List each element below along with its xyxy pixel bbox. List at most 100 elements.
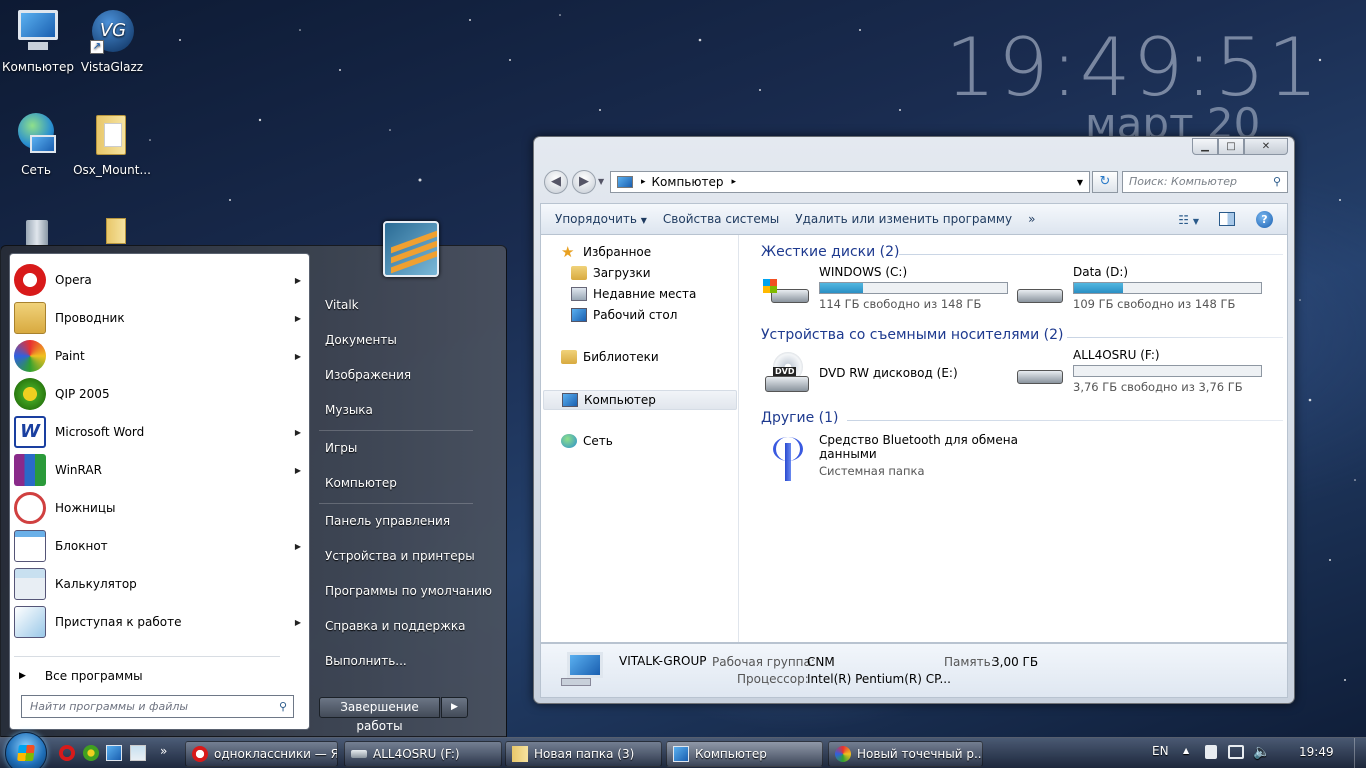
submenu-arrow-icon[interactable]: ▶ — [295, 428, 301, 437]
search-input[interactable]: Поиск: Компьютер ⚲ — [1122, 171, 1288, 193]
drive-f[interactable]: ALL4OSRU (F:) 3,76 ГБ свободно из 3,76 Г… — [1017, 348, 1277, 396]
program-explorer[interactable]: Проводник ▶ — [14, 300, 307, 336]
drive-e[interactable]: DVD DVD RW дисковод (E:) — [763, 352, 993, 396]
right-item-computer[interactable]: Компьютер — [325, 476, 397, 490]
show-hidden-icons-button[interactable]: ▲ — [1183, 746, 1189, 755]
desktop-icon-osx-mount[interactable]: Osx_Mount... — [72, 111, 152, 177]
volume-icon[interactable]: 🔈 — [1253, 744, 1270, 760]
right-item-music[interactable]: Музыка — [325, 403, 373, 417]
desktop-icon-computer[interactable]: Компьютер — [0, 8, 78, 74]
right-item-devices-printers[interactable]: Устройства и принтеры — [325, 549, 475, 563]
quicklaunch-qip-icon[interactable] — [83, 745, 99, 761]
group-divider — [899, 254, 1283, 255]
downloads-folder-icon — [571, 266, 587, 280]
nav-favorites[interactable]: ★ Избранное — [561, 245, 651, 260]
back-arrow-icon: ◀ — [551, 174, 561, 189]
right-item-documents[interactable]: Документы — [325, 333, 397, 347]
taskbar-item-computer[interactable]: Компьютер — [666, 741, 823, 767]
program-getting-started[interactable]: Приступая к работе ▶ — [14, 604, 307, 640]
program-notepad[interactable]: Блокнот ▶ — [14, 528, 307, 564]
search-placeholder: Поиск: Компьютер — [1129, 175, 1237, 188]
network-status-icon[interactable] — [1228, 745, 1244, 759]
group-header-removable[interactable]: Устройства со съемными носителями (2) — [761, 327, 1063, 343]
program-opera[interactable]: Opera ▶ — [14, 262, 307, 298]
right-item-help[interactable]: Справка и поддержка — [325, 619, 466, 633]
program-qip[interactable]: QIP 2005 — [14, 376, 307, 412]
forward-button[interactable]: ▶ — [572, 170, 596, 194]
nav-computer[interactable]: Компьютер — [543, 390, 737, 410]
folder-icon — [512, 746, 528, 762]
submenu-arrow-icon[interactable]: ▶ — [295, 618, 301, 627]
shutdown-options-button[interactable]: ▶ — [441, 697, 468, 718]
quicklaunch-desktop-icon[interactable] — [106, 745, 122, 761]
submenu-arrow-icon[interactable]: ▶ — [295, 276, 301, 285]
language-indicator[interactable]: EN — [1152, 744, 1169, 758]
back-button[interactable]: ◀ — [544, 170, 568, 194]
taskbar-item-all4osru[interactable]: ALL4OSRU (F:) — [344, 741, 502, 767]
right-item-user[interactable]: Vitalk — [325, 298, 359, 312]
all-programs-button[interactable]: ▶ Все программы — [14, 662, 307, 690]
nav-downloads[interactable]: Загрузки — [571, 266, 651, 280]
view-options-button[interactable]: ☷ ▼ — [1178, 213, 1199, 227]
word-icon: W — [14, 416, 46, 448]
explorer-window[interactable]: ▁ □ ✕ ◀ ▶ ▼ ▸ Компьютер ▸ ▼ ↻ Поиск: Ком… — [533, 136, 1295, 704]
bluetooth-item[interactable]: Средство Bluetooth для обмена данными Си… — [763, 433, 1023, 483]
usb-eject-icon[interactable] — [1205, 745, 1217, 759]
nav-recent-places[interactable]: Недавние места — [571, 287, 696, 301]
show-desktop-button[interactable] — [1354, 738, 1366, 768]
taskbar-item-paint[interactable]: Новый точечный р... — [828, 741, 983, 767]
help-icon[interactable]: ? — [1256, 211, 1273, 228]
shutdown-button[interactable]: Завершение работы — [319, 697, 440, 733]
breadcrumb-computer[interactable]: Компьютер — [652, 175, 724, 189]
address-dropdown-icon[interactable]: ▼ — [1077, 178, 1083, 187]
right-item-pictures[interactable]: Изображения — [325, 368, 411, 382]
address-bar[interactable]: ▸ Компьютер ▸ ▼ — [610, 171, 1090, 193]
minimize-button[interactable]: ▁ — [1192, 138, 1218, 155]
submenu-arrow-icon[interactable]: ▶ — [295, 466, 301, 475]
uninstall-program-button[interactable]: Удалить или изменить программу — [795, 212, 1012, 226]
program-paint[interactable]: Paint ▶ — [14, 338, 307, 374]
nav-network[interactable]: Сеть — [561, 434, 613, 448]
drive-d[interactable]: Data (D:) 109 ГБ свободно из 148 ГБ — [1017, 265, 1277, 313]
drive-c[interactable]: WINDOWS (C:) 114 ГБ свободно из 148 ГБ — [763, 265, 1008, 313]
refresh-button[interactable]: ↻ — [1092, 171, 1118, 193]
submenu-arrow-icon[interactable]: ▶ — [295, 314, 301, 323]
right-item-control-panel[interactable]: Панель управления — [325, 514, 450, 528]
quicklaunch-more-button[interactable]: » — [160, 744, 167, 758]
right-item-run[interactable]: Выполнить... — [325, 654, 407, 668]
taskbar-item-new-folder[interactable]: Новая папка (3) — [505, 741, 662, 767]
start-search-input[interactable]: Найти программы и файлы ⚲ — [21, 695, 294, 718]
breadcrumb-separator[interactable]: ▸ — [641, 177, 646, 187]
quicklaunch-calculator-icon[interactable] — [130, 745, 146, 761]
preview-pane-button[interactable] — [1219, 212, 1235, 226]
program-snipping-tool[interactable]: Ножницы — [14, 490, 307, 526]
quicklaunch-opera-icon[interactable] — [59, 745, 75, 761]
taskbar-item-opera[interactable]: одноклассники — Я... — [185, 741, 338, 767]
program-word[interactable]: W Microsoft Word ▶ — [14, 414, 307, 450]
breadcrumb-separator[interactable]: ▸ — [731, 177, 736, 187]
maximize-button[interactable]: □ — [1218, 138, 1244, 155]
system-properties-button[interactable]: Свойства системы — [663, 212, 779, 226]
recent-pages-dropdown[interactable]: ▼ — [598, 177, 604, 186]
group-header-other[interactable]: Другие (1) — [761, 410, 838, 426]
start-button[interactable] — [5, 732, 47, 768]
tray-clock[interactable]: 19:49 — [1299, 745, 1334, 759]
submenu-arrow-icon[interactable]: ▶ — [295, 542, 301, 551]
program-calculator[interactable]: Калькулятор — [14, 566, 307, 602]
organize-button[interactable]: Упорядочить ▼ — [555, 212, 647, 226]
right-item-games[interactable]: Игры — [325, 441, 357, 455]
user-picture[interactable] — [383, 221, 439, 277]
right-item-default-programs[interactable]: Программы по умолчанию — [325, 584, 492, 598]
nav-libraries[interactable]: Библиотеки — [561, 350, 659, 364]
group-header-hdd[interactable]: Жесткие диски (2) — [761, 244, 899, 260]
computer-icon — [673, 746, 689, 762]
desktop-icon-network[interactable]: Сеть — [0, 111, 76, 177]
more-commands-button[interactable]: » — [1028, 212, 1035, 226]
desktop-icon-vistaglazz[interactable]: VG ↗ VistaGlazz — [72, 8, 152, 74]
submenu-arrow-icon[interactable]: ▶ — [295, 352, 301, 361]
nav-desktop[interactable]: Рабочий стол — [571, 308, 677, 322]
details-pane: VITALK-GROUP Рабочая группа: CNM Память:… — [540, 643, 1288, 698]
workgroup-label: Рабочая группа: — [712, 655, 815, 669]
close-button[interactable]: ✕ — [1244, 138, 1288, 155]
program-winrar[interactable]: WinRAR ▶ — [14, 452, 307, 488]
